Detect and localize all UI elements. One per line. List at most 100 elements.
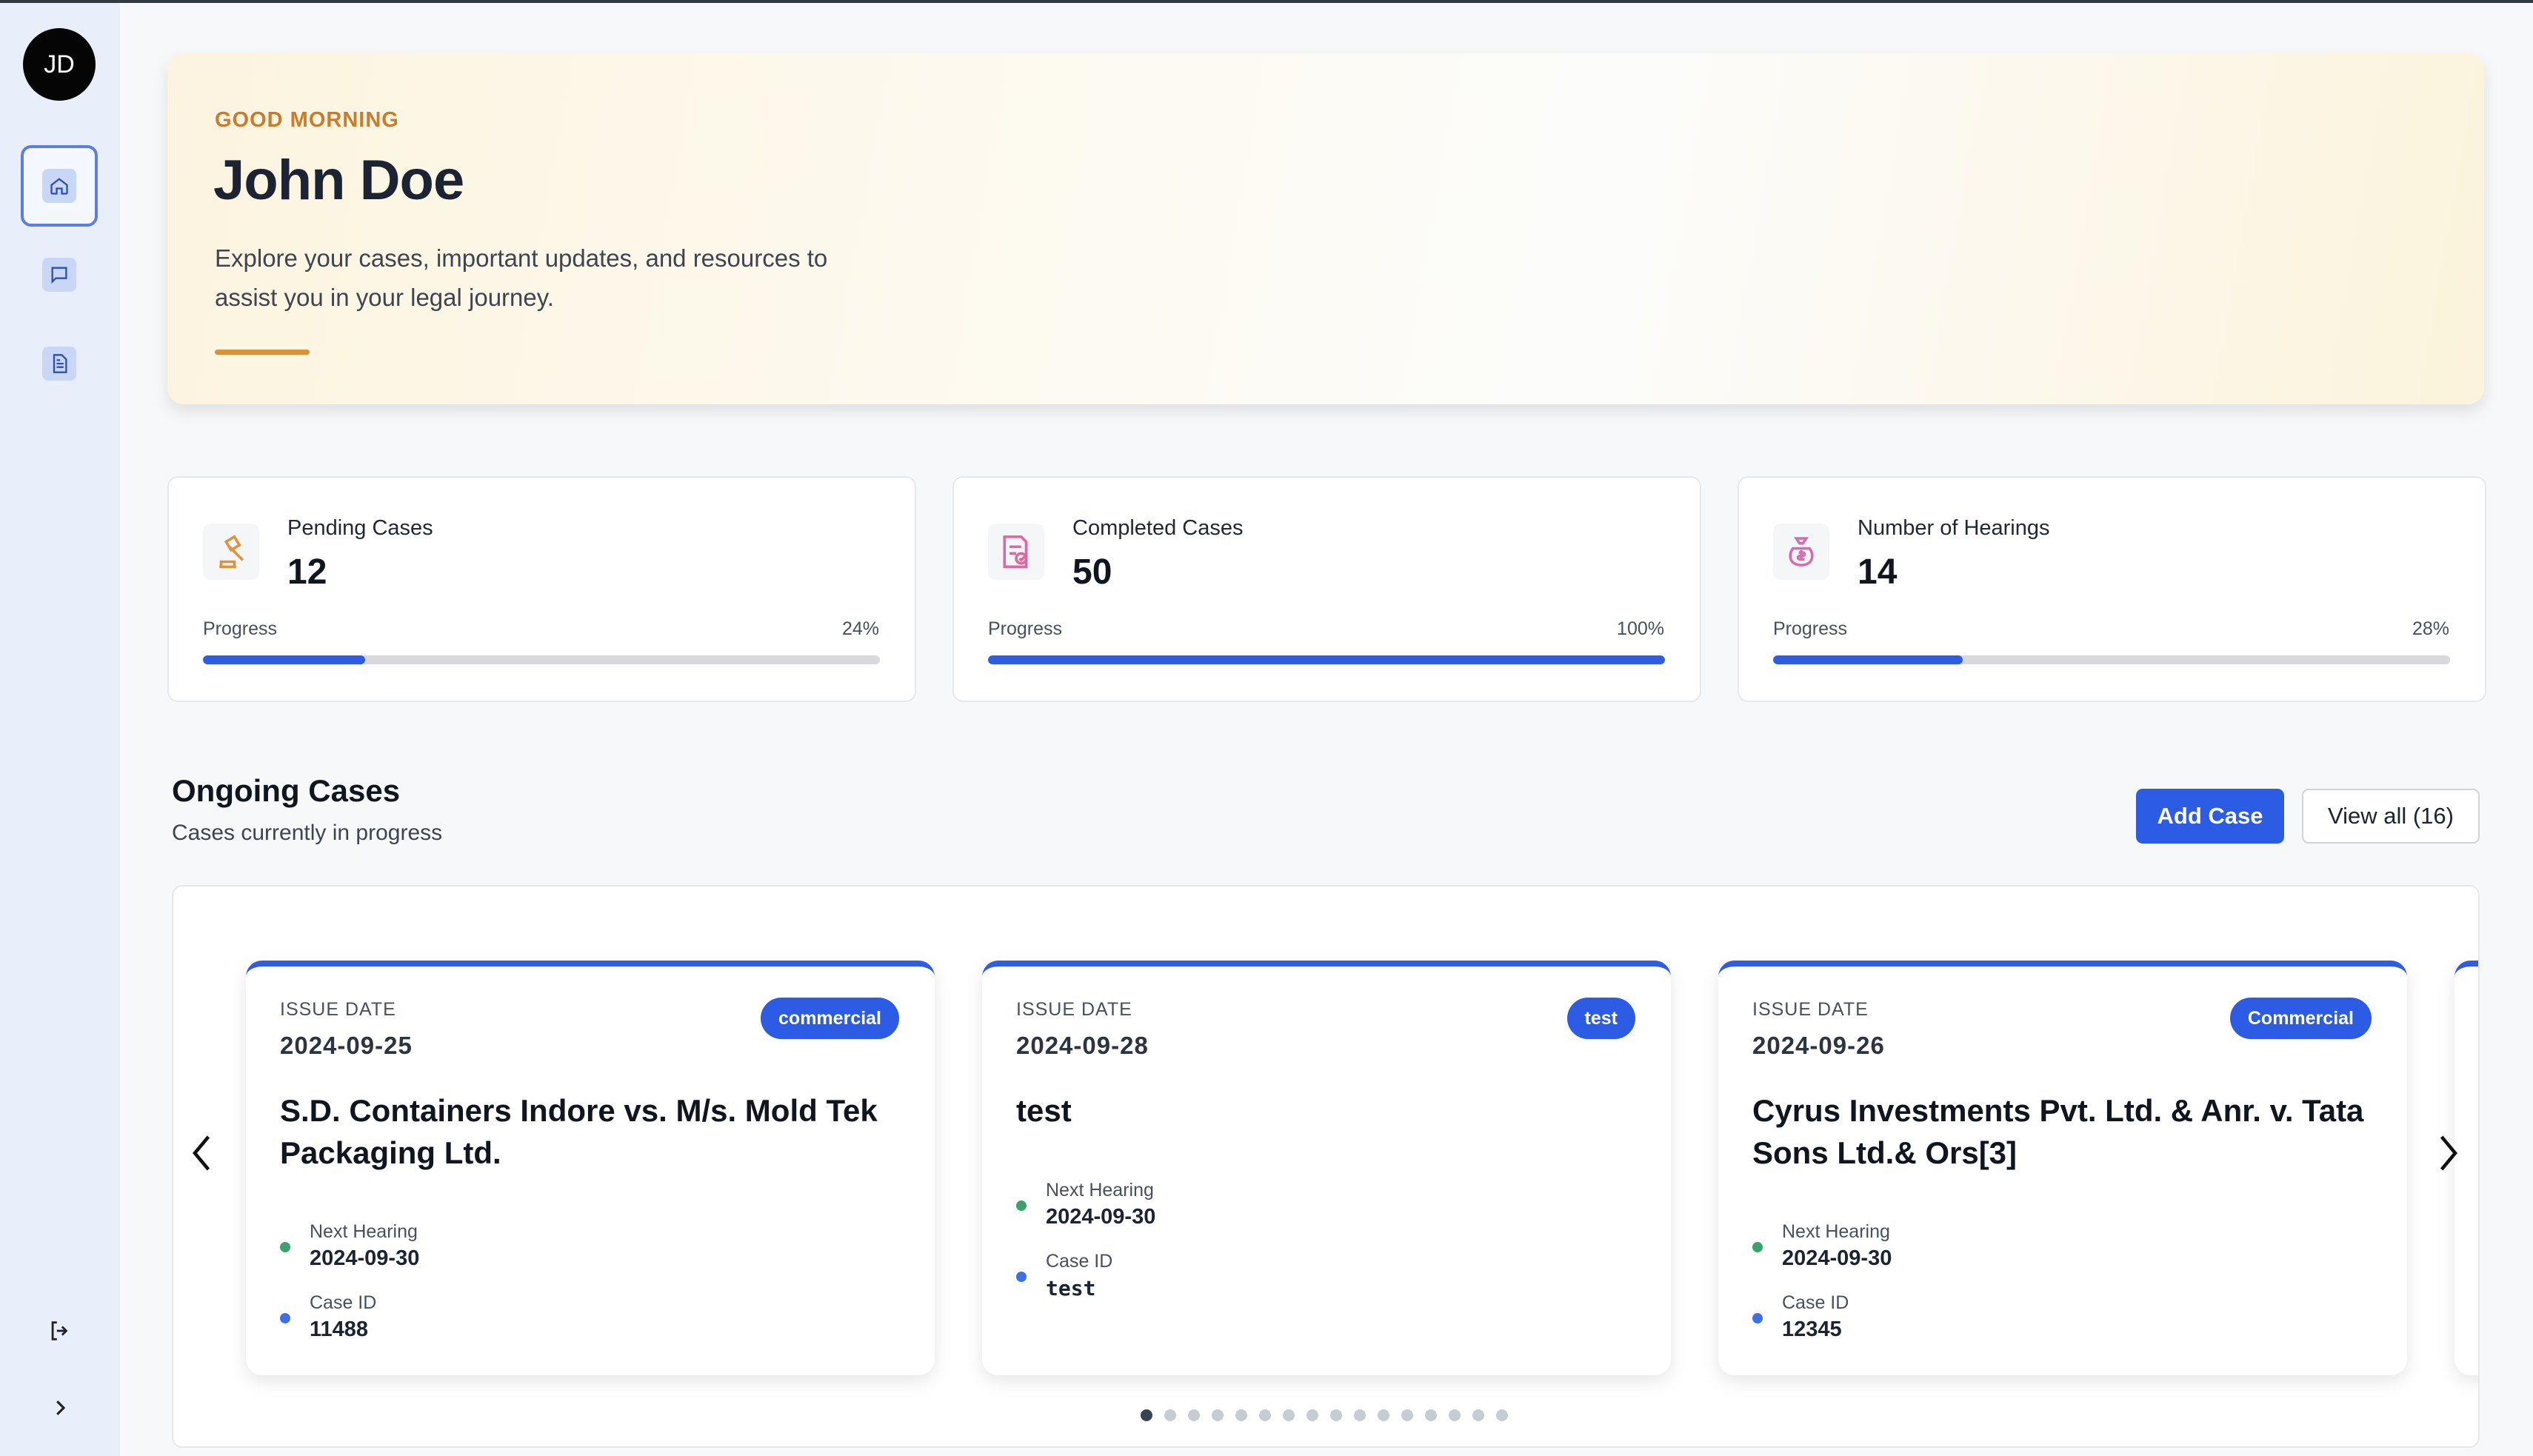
carousel-dot[interactable] xyxy=(1306,1409,1318,1421)
progress-label: Progress xyxy=(988,618,1063,639)
case-title: S.D. Containers Indore vs. M/s. Mold Tek… xyxy=(280,1093,878,1170)
case-type-badge: commercial xyxy=(761,998,899,1039)
stat-label: Pending Cases xyxy=(287,516,433,540)
case-id-value: 11488 xyxy=(310,1318,369,1341)
carousel-dot[interactable] xyxy=(1259,1409,1271,1421)
progress-bar xyxy=(1773,655,2450,664)
sidebar: JD xyxy=(0,3,120,1456)
gavel-icon xyxy=(203,524,259,580)
section-subtitle: Cases currently in progress xyxy=(172,821,443,845)
next-hearing-date: 2024-09-30 xyxy=(1782,1246,1892,1270)
progress-bar xyxy=(988,655,1665,664)
welcome-banner: GOOD MORNING John Doe Explore your cases… xyxy=(167,53,2484,404)
chat-bubble-icon xyxy=(42,258,76,292)
progress-label: Progress xyxy=(1773,618,1848,639)
issue-date: 2024-09-26 xyxy=(1752,1032,1885,1059)
status-dot xyxy=(280,1313,290,1323)
greeting-text: GOOD MORNING xyxy=(215,108,399,132)
carousel-next-button[interactable] xyxy=(2425,1123,2469,1183)
next-hearing-label: Next Hearing xyxy=(1046,1180,1154,1200)
accent-rule xyxy=(215,350,310,355)
status-dot xyxy=(1016,1272,1027,1282)
case-card[interactable]: ISSUE DATE 2024-09-26 Commercial Cyrus I… xyxy=(1718,961,2407,1375)
case-type-badge: test xyxy=(1566,998,1635,1039)
stat-card-hearings: Number of Hearings 14 Progress 28% xyxy=(1738,476,2486,702)
chevron-left-icon xyxy=(193,1135,210,1171)
case-type-badge: Commercial xyxy=(2229,998,2372,1039)
carousel-dot[interactable] xyxy=(1449,1409,1461,1421)
issue-date: 2024-09-28 xyxy=(1016,1032,1149,1059)
case-id-value: 12345 xyxy=(1782,1318,1842,1341)
user-name: John Doe xyxy=(213,149,464,212)
status-dot xyxy=(280,1242,290,1252)
home-icon xyxy=(42,169,76,203)
case-id-value: test xyxy=(1046,1276,1096,1300)
carousel-dot[interactable] xyxy=(1401,1409,1413,1421)
carousel-dot[interactable] xyxy=(1378,1409,1389,1421)
stat-label: Number of Hearings xyxy=(1858,516,2050,540)
issue-date-label: ISSUE DATE xyxy=(280,999,396,1020)
carousel-dot[interactable] xyxy=(1330,1409,1342,1421)
carousel-dot[interactable] xyxy=(1212,1409,1224,1421)
next-hearing-label: Next Hearing xyxy=(1782,1221,1890,1242)
next-hearing-label: Next Hearing xyxy=(310,1221,418,1242)
logout-button[interactable] xyxy=(40,1311,80,1351)
carousel-dot[interactable] xyxy=(1425,1409,1437,1421)
carousel-dot[interactable] xyxy=(1188,1409,1200,1421)
carousel-dot[interactable] xyxy=(1472,1409,1484,1421)
chevron-right-icon xyxy=(2440,1135,2457,1171)
case-card[interactable]: ISSUE DATE 2024-09-28 test test Next Hea… xyxy=(982,961,1671,1375)
logout-icon xyxy=(51,1321,68,1340)
carousel-dot[interactable] xyxy=(1235,1409,1247,1421)
status-dot xyxy=(1752,1242,1763,1252)
carousel-prev-button[interactable] xyxy=(181,1123,225,1183)
expand-sidebar-button[interactable] xyxy=(40,1388,80,1428)
progress-fill xyxy=(988,655,1665,664)
document-check-icon xyxy=(988,524,1044,580)
status-dot xyxy=(1752,1313,1763,1323)
issue-date-label: ISSUE DATE xyxy=(1016,999,1132,1020)
sidebar-item-chat[interactable] xyxy=(21,234,98,315)
carousel-dot[interactable] xyxy=(1496,1409,1508,1421)
view-all-button[interactable]: View all (16) xyxy=(2302,789,2480,844)
progress-fill xyxy=(1773,655,1963,664)
stat-value: 50 xyxy=(1072,552,1112,592)
case-title: test xyxy=(1016,1093,1072,1128)
sidebar-item-home[interactable] xyxy=(21,145,98,227)
stat-value: 12 xyxy=(287,552,327,592)
next-hearing-date: 2024-09-30 xyxy=(1046,1205,1156,1229)
progress-percent: 28% xyxy=(2412,618,2449,639)
add-case-button[interactable]: Add Case xyxy=(2136,789,2284,844)
case-id-label: Case ID xyxy=(1046,1251,1113,1272)
issue-date: 2024-09-25 xyxy=(280,1032,413,1059)
carousel-dot[interactable] xyxy=(1164,1409,1176,1421)
progress-percent: 24% xyxy=(841,618,879,639)
money-bag-icon xyxy=(1773,524,1829,580)
progress-bar xyxy=(203,655,880,664)
welcome-description: Explore your cases, important updates, a… xyxy=(215,244,828,311)
stat-value: 14 xyxy=(1858,552,1898,592)
stat-label: Completed Cases xyxy=(1072,516,1244,540)
carousel-dot[interactable] xyxy=(1283,1409,1295,1421)
case-title: Cyrus Investments Pvt. Ltd. & Anr. v. Ta… xyxy=(1752,1093,2364,1170)
carousel-pagination xyxy=(1141,1409,1508,1421)
case-id-label: Case ID xyxy=(310,1292,377,1313)
avatar[interactable]: JD xyxy=(23,28,96,101)
status-dot xyxy=(1016,1200,1027,1211)
section-title: Ongoing Cases xyxy=(172,773,401,808)
cases-carousel: ISSUE DATE 2024-09-25 commercial S.D. Co… xyxy=(172,885,2480,1448)
carousel-dot[interactable] xyxy=(1141,1409,1152,1421)
progress-label: Progress xyxy=(203,618,278,639)
document-icon xyxy=(42,347,76,381)
carousel-dot[interactable] xyxy=(1354,1409,1366,1421)
chevron-right-icon xyxy=(56,1400,66,1415)
issue-date-label: ISSUE DATE xyxy=(1752,999,1869,1020)
next-hearing-date: 2024-09-30 xyxy=(310,1246,420,1270)
progress-percent: 100% xyxy=(1617,618,1664,639)
case-id-label: Case ID xyxy=(1782,1292,1849,1313)
sidebar-item-documents[interactable] xyxy=(21,323,98,404)
stat-card-pending: Pending Cases 12 Progress 24% xyxy=(167,476,916,702)
stat-card-completed: Completed Cases 50 Progress 100% xyxy=(952,476,1701,702)
progress-fill xyxy=(203,655,366,664)
case-card[interactable]: ISSUE DATE 2024-09-25 commercial S.D. Co… xyxy=(246,961,935,1375)
